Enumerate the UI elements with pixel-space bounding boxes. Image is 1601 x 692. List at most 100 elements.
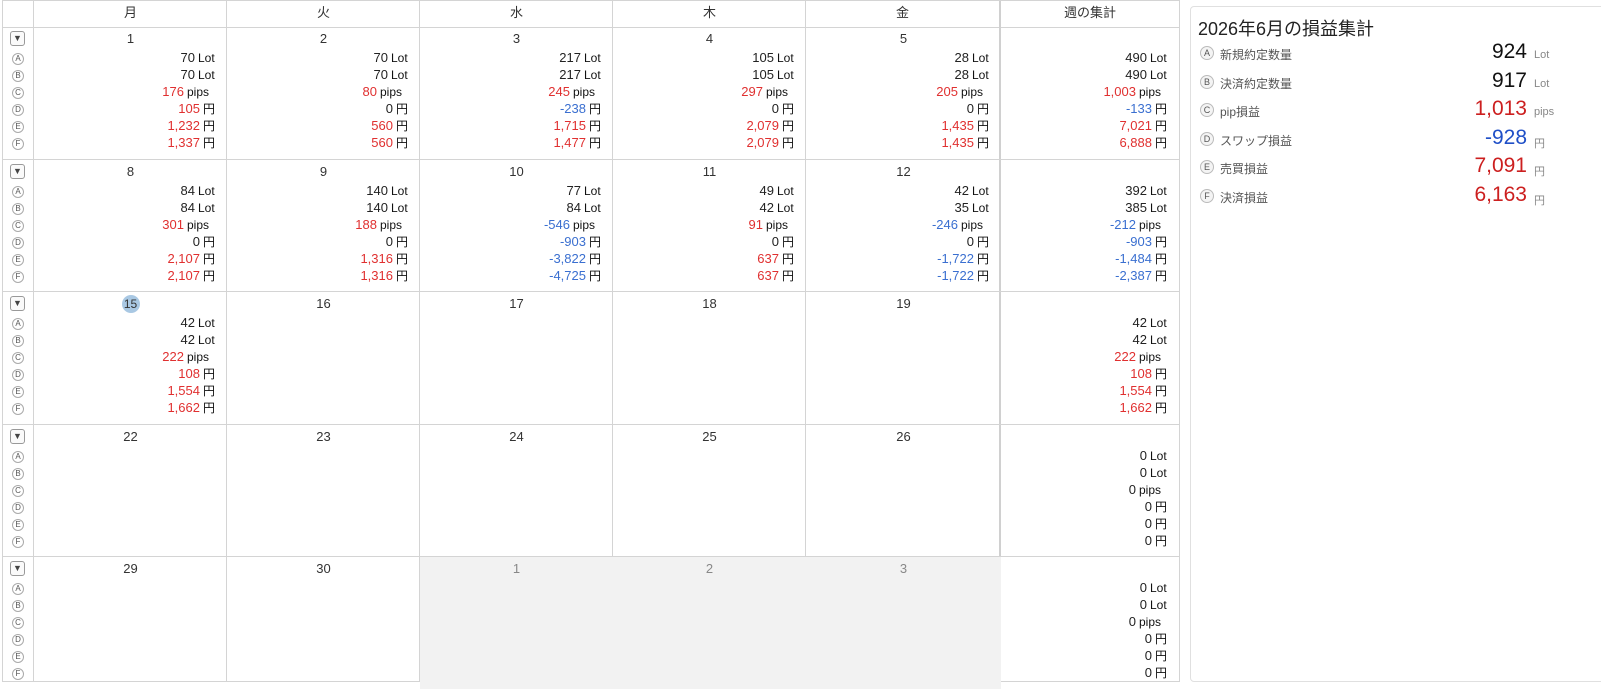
- value-row-d: -903 円: [1110, 233, 1179, 250]
- value-unit: 円: [396, 102, 409, 116]
- value-number: 560: [371, 135, 393, 150]
- value-number: -2,387: [1115, 267, 1152, 283]
- date-number: 1: [34, 31, 227, 47]
- summary-badge: B: [1200, 74, 1214, 89]
- day-cell[interactable]: 24: [420, 425, 613, 557]
- summary-value: 917: [1491, 68, 1527, 92]
- collapse-toggle-icon[interactable]: ▼: [10, 296, 25, 311]
- value-row-c: 222 pips: [1114, 348, 1179, 365]
- value-unit: 円: [1155, 666, 1168, 680]
- day-cell[interactable]: 9 140 Lot 140 Lot 188 pips 0 円 1,316 円 1,316 円: [227, 160, 420, 292]
- day-cell[interactable]: 25: [613, 425, 806, 557]
- value-number: 0: [966, 101, 974, 116]
- date-number: 8: [34, 164, 227, 180]
- day-cell[interactable]: 29: [34, 557, 227, 689]
- value-row-c: 297 pips: [741, 83, 806, 100]
- value-number: 105: [752, 50, 774, 65]
- summary-row: Cpip損益 1,013 pips: [1191, 97, 1601, 125]
- week-row-controls: ▼ A B C D E F: [3, 557, 33, 690]
- value-number: 1,232: [167, 118, 200, 133]
- value-unit: 円: [1155, 533, 1168, 548]
- value-number: 385: [1125, 199, 1147, 215]
- value-number: 28: [954, 50, 969, 65]
- value-row-b: 0 Lot: [1129, 596, 1179, 613]
- day-cell[interactable]: 2: [613, 557, 806, 689]
- value-row-f: -4,725 円: [544, 267, 613, 284]
- day-cell[interactable]: 19: [806, 292, 1001, 424]
- value-unit: 円: [782, 268, 795, 283]
- value-number: 1,662: [1119, 400, 1152, 415]
- value-unit: pips: [187, 85, 210, 99]
- row-badge-c: C: [12, 352, 24, 364]
- summary-title: 2026年6月の損益集計: [1198, 19, 1375, 39]
- value-unit: pips: [961, 85, 984, 99]
- value-row-e: 0円: [1129, 647, 1179, 664]
- collapse-toggle-icon[interactable]: ▼: [10, 561, 25, 576]
- date-number: 30: [227, 561, 420, 577]
- summary-row: E 売買損益 7,091 円: [1191, 154, 1601, 182]
- value-number: -1,722: [937, 250, 974, 266]
- day-cell[interactable]: 11 49 Lot 42 Lot 91 pips 0 円 637 円 637 円: [613, 160, 806, 292]
- value-number: 0: [385, 101, 393, 116]
- date-label: 23: [316, 428, 331, 444]
- day-cell[interactable]: 1: [420, 557, 613, 689]
- day-cell[interactable]: 4 105 Lot 105 Lot 297 pips 0 円 2,079 円 2,079 円: [613, 27, 806, 159]
- day-cell[interactable]: 10 77 Lot 84 Lot -546 pips -903 円 -3,822 円 -4,725 円: [420, 160, 613, 292]
- value-row-b: 385 Lot: [1110, 199, 1179, 216]
- value-number: 1,316: [360, 267, 393, 283]
- value-unit: 円: [203, 251, 216, 266]
- summary-badge: A: [1200, 46, 1214, 60]
- date-number: 16: [227, 296, 420, 312]
- value-row-a: 217 Lot: [548, 49, 613, 66]
- value-unit: 円: [1155, 102, 1168, 116]
- day-cell[interactable]: 12 42 Lot 35 Lot -246 pips 0 円 -1,722 円 -1,722 円: [806, 160, 1001, 292]
- day-cell[interactable]: 22: [34, 425, 227, 557]
- value-unit: pips: [1139, 217, 1162, 232]
- date-number: 4: [613, 31, 806, 47]
- day-cell[interactable]: 30: [227, 557, 420, 689]
- value-unit: 円: [782, 136, 795, 150]
- value-unit: 円: [589, 136, 602, 150]
- day-cell[interactable]: 17: [420, 292, 613, 424]
- value-number: 2,107: [167, 250, 200, 266]
- weekly-total-cell: 490 Lot 490 Lot 1,003 pips -133 円 7,021 円 6,888 円: [1001, 27, 1179, 159]
- day-cell[interactable]: 15 42 Lot 42 Lot 222 pips 108 円 1,554 円 1,662 円: [34, 292, 227, 424]
- collapse-toggle-icon[interactable]: ▼: [10, 31, 25, 46]
- value-row-d: -238 円: [548, 100, 613, 117]
- collapse-toggle-icon[interactable]: ▼: [10, 428, 25, 444]
- value-row-d: 0円: [363, 100, 420, 117]
- value-row-e: -1,484 円: [1110, 250, 1179, 267]
- value-unit: Lot: [1150, 68, 1167, 82]
- value-row-a: 105 Lot: [741, 49, 806, 66]
- day-cell[interactable]: 16: [227, 292, 420, 424]
- value-unit: 円: [1155, 632, 1168, 646]
- day-cell[interactable]: 1 70 Lot 70 Lot 176 pips 105 円 1,232 円 1,337 円: [34, 27, 227, 159]
- weekday-header-fri: 金: [895, 5, 909, 20]
- value-unit: Lot: [584, 68, 601, 82]
- row-badge-d: D: [12, 369, 24, 381]
- day-cell[interactable]: 23: [227, 425, 420, 557]
- day-cell[interactable]: 3: [806, 557, 1001, 689]
- value-number: 217: [559, 50, 581, 65]
- value-unit: 円: [782, 234, 795, 249]
- day-cell[interactable]: 3 217 Lot 217 Lot 245 pips -238 円 1,715 円 1,477 円: [420, 27, 613, 159]
- day-cell[interactable]: 18: [613, 292, 806, 424]
- value-row-f: 1,435 円: [936, 134, 1001, 151]
- row-badge-e: E: [12, 518, 24, 531]
- value-row-e: 1,316 円: [355, 250, 420, 267]
- value-row-e: 7,021 円: [1103, 117, 1179, 134]
- value-number: 49: [759, 182, 774, 198]
- value-number: 0: [1144, 498, 1152, 514]
- date-label: 11: [702, 163, 717, 179]
- value-unit: Lot: [777, 200, 794, 215]
- value-number: 217: [559, 67, 581, 82]
- weekday-header-mon: 月: [123, 5, 137, 20]
- day-cell[interactable]: 8 84 Lot 84 Lot 301 pips 0 円 2,107 円 2,107 円: [34, 160, 227, 292]
- day-cell[interactable]: 26: [806, 425, 1001, 557]
- value-row-c: 1,003 pips: [1103, 83, 1179, 100]
- collapse-toggle-icon[interactable]: ▼: [10, 163, 25, 179]
- day-cell[interactable]: 2 70 Lot 70 Lot 80 pips 0 円 560 円 560 円: [227, 27, 420, 159]
- value-number: 140: [366, 199, 388, 215]
- value-row-b: 490 Lot: [1103, 66, 1179, 83]
- day-cell[interactable]: 5 28 Lot 28 Lot 205 pips 0 円 1,435 円 1,435 円: [806, 27, 1001, 159]
